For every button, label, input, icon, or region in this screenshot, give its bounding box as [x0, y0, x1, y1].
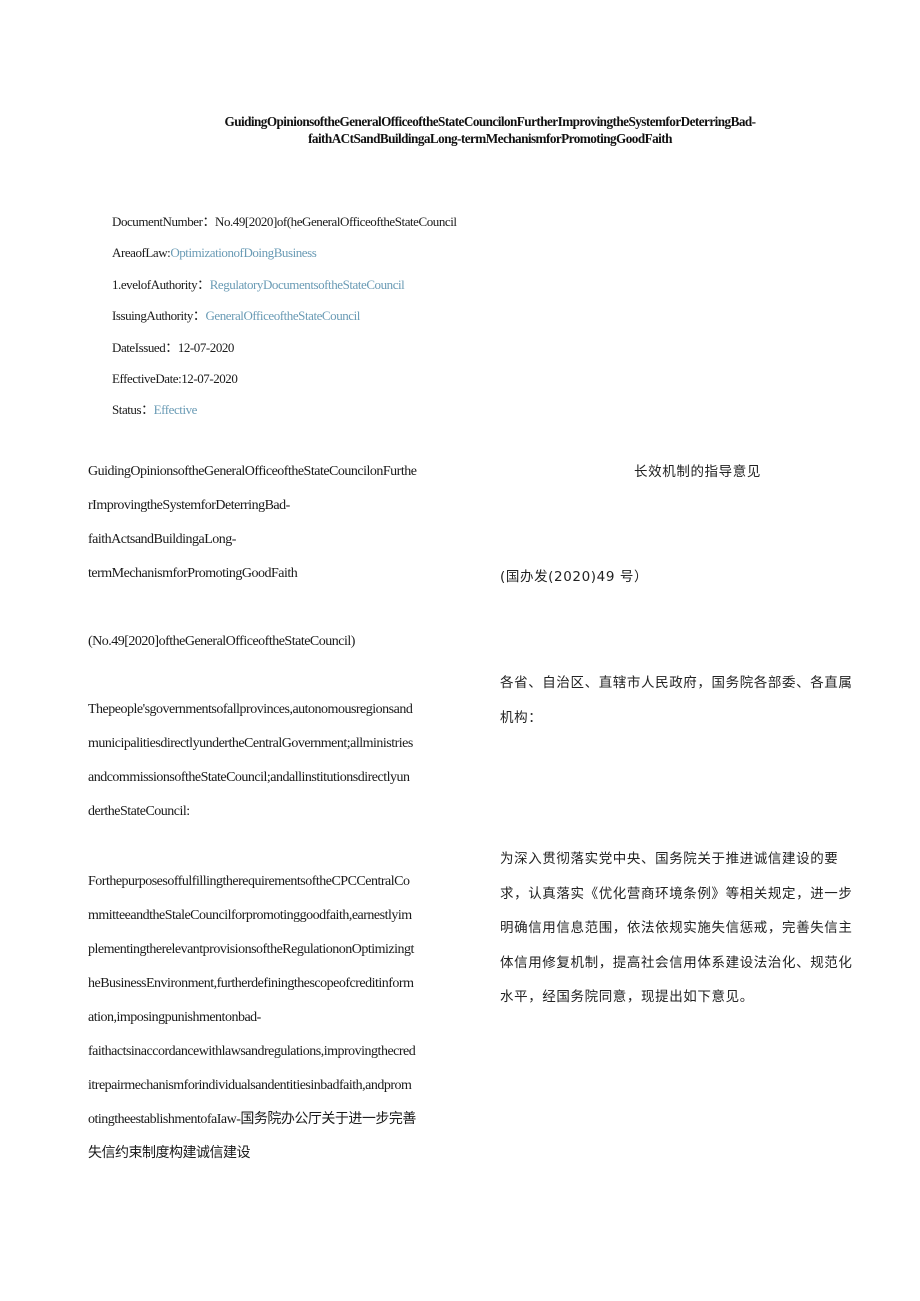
chinese-doc-number-text: (国办发(2020)49 号） — [500, 569, 649, 585]
metadata-block: DocumentNumber：No.49[2020]of(heGeneralOf… — [112, 206, 457, 426]
english-title-line: faithActsandBuildingaLong- — [88, 532, 236, 547]
meta-label: 1.evelofAuthority： — [112, 276, 210, 292]
meta-label: DateIssued： — [112, 339, 178, 355]
chinese-addressee-line: 机构： — [500, 709, 543, 726]
english-addressee: Thepeople'sgovernmentsofallprovinces,aut… — [88, 693, 488, 829]
english-doc-number-text: (No.49[2020]oftheGeneralOfficeoftheState… — [88, 634, 355, 649]
chinese-body-line: 求，认真落实《优化营商环境条例》等相关规定，进一步 — [500, 885, 853, 902]
chinese-body-line: 为深入贯彻落实党中央、国务院关于推进诚信建设的要 — [500, 851, 839, 867]
chinese-body-line: 明确信用信息范围，依法依规实施失信惩戒，完善失信主 — [500, 920, 853, 936]
meta-area-of-law: AreaofLaw:OptimizationofDoingBusiness — [112, 237, 457, 268]
english-body-line: otingtheestablishmentofaIaw-国务院办公厅关于进一步完… — [88, 1112, 416, 1127]
chinese-body: 为深入贯彻落实党中央、国务院关于推进诚信建设的要 求，认真落实《优化营商环境条例… — [500, 842, 895, 1015]
meta-value: 12-07-2020 — [177, 339, 235, 355]
document-title-line: GuidingOpinionsoftheGeneralOfficeoftheSt… — [224, 114, 756, 129]
english-title-line: GuidingOpinionsoftheGeneralOfficeoftheSt… — [88, 464, 417, 479]
meta-document-number: DocumentNumber：No.49[2020]of(heGeneralOf… — [112, 206, 457, 237]
english-body: Forthepurposesoffulfillingtherequirement… — [88, 865, 488, 1171]
english-body-line: ation,imposingpunishmentonbad- — [88, 1010, 261, 1025]
meta-issuing-authority: IssuingAuthority：GeneralOfficeoftheState… — [112, 300, 457, 331]
english-body-line: 失信约束制度构建诚信建设 — [88, 1146, 251, 1161]
chinese-title-text: 长效机制的指导意见 — [634, 464, 761, 480]
meta-label: Status： — [112, 402, 154, 418]
area-of-law-link[interactable]: OptimizationofDoingBusiness — [170, 245, 316, 260]
chinese-body-line: 水平，经国务院同意，现提出如下意见。 — [500, 989, 754, 1005]
level-of-authority-link[interactable]: RegulatoryDocumentsoftheStateCouncil — [210, 277, 405, 292]
chinese-doc-number: (国办发(2020)49 号） — [500, 560, 895, 595]
document-title-line: faithACtSandBuildingaLong-termMechanismf… — [308, 131, 672, 146]
english-body-line: Forthepurposesoffulfillingtherequirement… — [88, 874, 410, 889]
english-body-line: mmitteeandtheStaleCouncilforpromotinggoo… — [88, 908, 412, 923]
meta-label: IssuingAuthority： — [112, 308, 206, 324]
document-title: GuidingOpinionsoftheGeneralOfficeoftheSt… — [120, 113, 860, 147]
english-title-line: rImprovingtheSystemforDeterringBad- — [88, 498, 290, 513]
meta-label: EffectiveDate: — [112, 371, 182, 387]
meta-value: No.49[2020]of(heGeneralOfficeoftheStateC… — [215, 214, 457, 229]
chinese-addressee-line: 各省、自治区、直辖市人民政府，国务院各部委、各直属 — [500, 675, 853, 691]
meta-status: Status：Effective — [112, 394, 457, 425]
english-addressee-line: dertheStateCouncil: — [88, 804, 190, 819]
english-body-line: heBusinessEnvironment,furtherdefiningthe… — [88, 976, 414, 991]
issuing-authority-link[interactable]: GeneralOfficeoftheStateCouncil — [205, 308, 360, 323]
english-body-line: faithactsinaccordancewithlawsandregulati… — [88, 1044, 416, 1059]
english-addressee-line: andcommissionsoftheStateCouncil;andallin… — [88, 770, 410, 785]
meta-label: DocumentNumber： — [112, 214, 216, 229]
meta-date-issued: DateIssued：12-07-2020 — [112, 332, 457, 363]
meta-label: AreaofLaw: — [112, 245, 171, 261]
meta-effective-date: EffectiveDate:12-07-2020 — [112, 363, 457, 394]
chinese-addressee: 各省、自治区、直辖市人民政府，国务院各部委、各直属 机构： — [500, 666, 895, 735]
english-body-line: plementingtherelevantprovisionsoftheRegu… — [88, 942, 414, 957]
english-body-line: itrepairmechanismforindividualsandentiti… — [88, 1078, 412, 1093]
chinese-title: 长效机制的指导意见 — [500, 455, 895, 490]
meta-level-of-authority: 1.evelofAuthority：RegulatoryDocumentsoft… — [112, 269, 457, 300]
english-title-line: termMechanismforPromotingGoodFaith — [88, 566, 298, 581]
meta-value: 12-07-2020 — [181, 371, 238, 387]
english-addressee-line: Thepeople'sgovernmentsofallprovinces,aut… — [88, 702, 413, 717]
english-title: GuidingOpinionsoftheGeneralOfficeoftheSt… — [88, 455, 488, 591]
english-doc-number: (No.49[2020]oftheGeneralOfficeoftheState… — [88, 625, 488, 659]
english-addressee-line: municipalitiesdirectlyundertheCentralGov… — [88, 736, 413, 751]
status-link[interactable]: Effective — [154, 402, 198, 417]
chinese-body-line: 体信用修复机制，提高社会信用体系建设法治化、规范化 — [500, 954, 853, 971]
